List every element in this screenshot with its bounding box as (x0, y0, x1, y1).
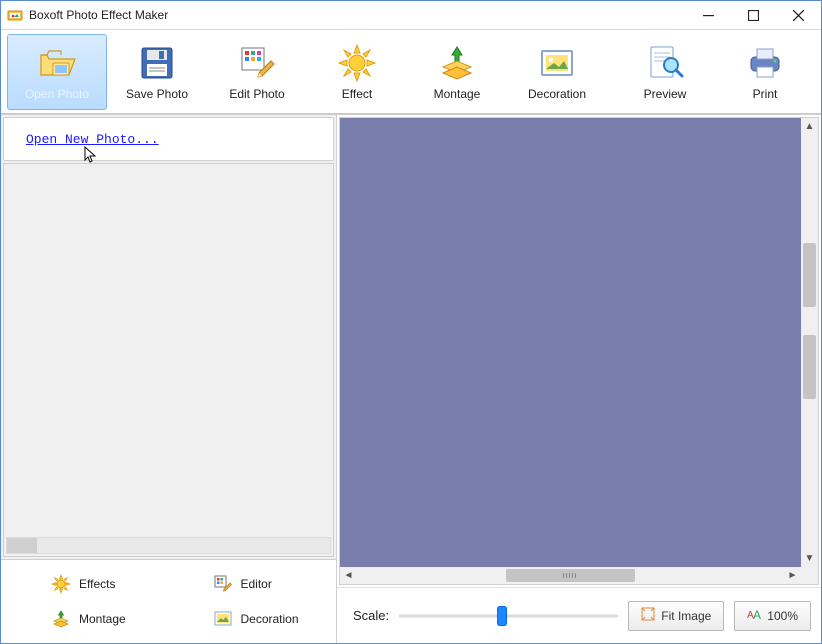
preview-label: Preview (644, 87, 687, 101)
folder-open-icon (37, 43, 77, 83)
save-icon (137, 43, 177, 83)
edit-icon (237, 43, 277, 83)
open-photo-button[interactable]: Open Photo (7, 34, 107, 110)
task-montage[interactable]: Montage (11, 606, 165, 634)
task-effects-label: Effects (79, 577, 115, 591)
horizontal-scrollbar[interactable]: ◄ ► (340, 567, 801, 584)
edit-photo-label: Edit Photo (229, 87, 284, 101)
title-bar: Boxoft Photo Effect Maker (1, 1, 821, 30)
open-photo-label: Open Photo (25, 87, 89, 101)
layers-small-icon (51, 609, 71, 629)
task-panel: Effects Editor Montage Decoration (1, 559, 336, 643)
scroll-corner (801, 567, 818, 584)
scale-label: Scale: (353, 608, 389, 623)
task-editor-label: Editor (241, 577, 272, 591)
window-title: Boxoft Photo Effect Maker (29, 8, 686, 22)
layers-down-icon (437, 43, 477, 83)
zoom-label: 100% (767, 609, 798, 623)
slider-track (399, 614, 618, 617)
main-toolbar: Open Photo Save Photo Edit Photo Effect (1, 30, 821, 114)
scroll-down-icon[interactable]: ▼ (801, 550, 818, 567)
effect-label: Effect (342, 87, 372, 101)
task-effects[interactable]: Effects (11, 570, 165, 598)
body: Open New Photo... Effects (1, 114, 821, 643)
fit-icon (641, 607, 655, 624)
scroll-right-icon[interactable]: ► (784, 567, 801, 584)
vertical-scrollbar[interactable]: ▲ ▼ (801, 118, 818, 567)
montage-label: Montage (434, 87, 481, 101)
open-new-photo-link[interactable]: Open New Photo... (26, 132, 159, 147)
sun-icon (337, 43, 377, 83)
close-button[interactable] (776, 1, 821, 29)
printer-icon (745, 43, 785, 83)
task-montage-label: Montage (79, 612, 126, 626)
montage-button[interactable]: Montage (407, 34, 507, 110)
app-window: Boxoft Photo Effect Maker Open Photo Sav… (0, 0, 822, 644)
task-decoration[interactable]: Decoration (173, 606, 327, 634)
hscroll-thumb[interactable] (506, 569, 634, 582)
slider-thumb[interactable] (497, 606, 507, 626)
sun-small-icon (51, 574, 71, 594)
scroll-left-icon[interactable]: ◄ (340, 567, 357, 584)
task-editor[interactable]: Editor (173, 570, 327, 598)
save-photo-label: Save Photo (126, 87, 188, 101)
decoration-button[interactable]: Decoration (507, 34, 607, 110)
scroll-up-icon[interactable]: ▲ (801, 118, 818, 135)
canvas-wrap: ▲ ▼ ◄ ► (339, 117, 819, 585)
scale-slider[interactable] (399, 605, 618, 627)
side-panel: Open New Photo... Effects (1, 115, 337, 643)
window-buttons (686, 1, 821, 29)
preview-icon (645, 43, 685, 83)
zoom-button[interactable]: AA 100% (734, 601, 811, 631)
photo-list-area (3, 163, 334, 557)
fit-image-label: Fit Image (661, 609, 711, 623)
zoom-letter-icon: AA (747, 607, 761, 624)
vscroll-thumb[interactable] (803, 335, 816, 399)
preview-button[interactable]: Preview (615, 34, 715, 110)
edit-small-icon (213, 574, 233, 594)
maximize-button[interactable] (731, 1, 776, 29)
side-hscroll-thumb[interactable] (7, 538, 37, 553)
svg-text:A: A (753, 608, 761, 621)
print-label: Print (753, 87, 778, 101)
save-photo-button[interactable]: Save Photo (107, 34, 207, 110)
canvas-area[interactable] (340, 118, 801, 567)
effect-button[interactable]: Effect (307, 34, 407, 110)
vscroll-thumb[interactable] (803, 243, 816, 307)
open-photo-box: Open New Photo... (3, 117, 334, 161)
print-button[interactable]: Print (715, 34, 815, 110)
canvas-panel: ▲ ▼ ◄ ► Scale: (337, 115, 821, 643)
picture-icon (537, 43, 577, 83)
task-decoration-label: Decoration (241, 612, 299, 626)
edit-photo-button[interactable]: Edit Photo (207, 34, 307, 110)
picture-small-icon (213, 609, 233, 629)
app-icon (7, 7, 23, 23)
bottom-bar: Scale: Fit Image AA 100% (337, 587, 821, 643)
side-hscrollbar[interactable] (6, 537, 331, 554)
decoration-label: Decoration (528, 87, 586, 101)
minimize-button[interactable] (686, 1, 731, 29)
fit-image-button[interactable]: Fit Image (628, 601, 724, 631)
